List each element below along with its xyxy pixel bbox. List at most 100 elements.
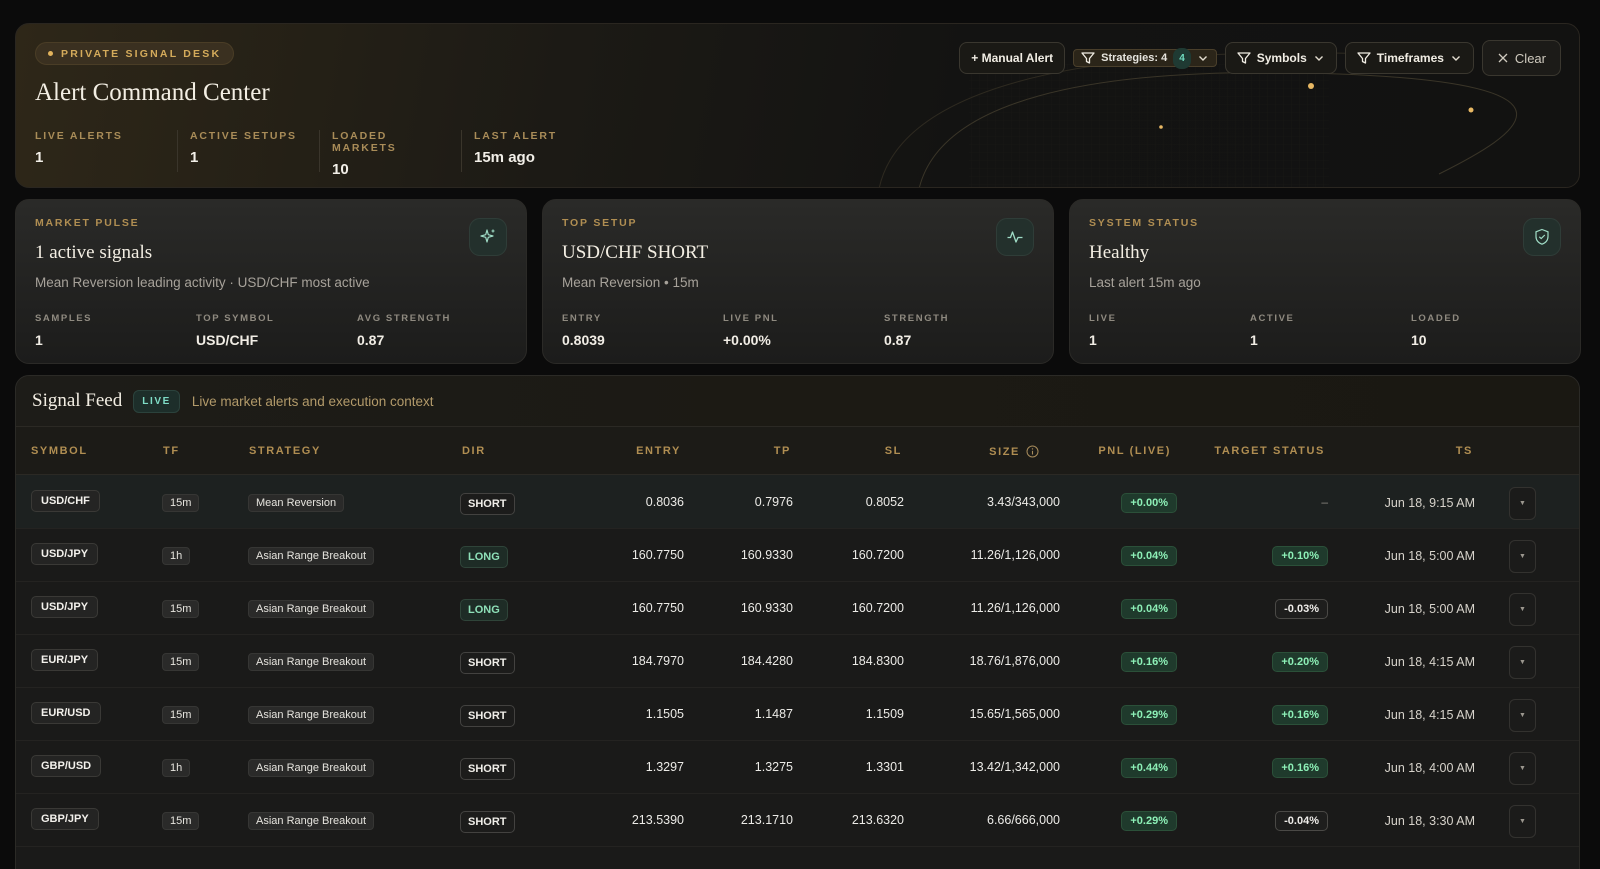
target-status-badge: +0.16% <box>1272 758 1328 778</box>
timestamp: Jun 18, 5:00 AM <box>1384 549 1475 563</box>
pnl-badge: +0.29% <box>1121 811 1177 831</box>
table-row[interactable]: GBP/USD 1h Asian Range Breakout SHORT 1.3297… <box>16 740 1579 794</box>
symbol-tag[interactable]: GBP/JPY <box>31 808 99 830</box>
tp-value: 1.1487 <box>754 707 793 721</box>
size-value: 11.26/1,126,000 <box>970 548 1060 562</box>
col-ts[interactable]: TS <box>1456 445 1473 457</box>
col-entry[interactable]: ENTRY <box>636 445 681 457</box>
manual-alert-button[interactable]: + Manual Alert <box>959 42 1066 74</box>
card-stat-active: ACTIVE 1 <box>1250 313 1411 348</box>
pnl-badge: +0.16% <box>1121 652 1177 672</box>
col-strategy[interactable]: STRATEGY <box>249 445 321 457</box>
card-stat-loaded: LOADED 10 <box>1411 313 1572 348</box>
stat-value: +0.00% <box>723 332 771 348</box>
entry-value: 160.7750 <box>631 548 684 562</box>
entry-value: 0.8036 <box>645 495 684 509</box>
filter-icon <box>1237 51 1251 65</box>
row-expand-button[interactable]: ▼ <box>1509 805 1536 838</box>
stat-label: TOP SYMBOL <box>196 313 275 324</box>
row-expand-button[interactable]: ▼ <box>1509 540 1536 573</box>
direction-badge: SHORT <box>460 493 515 515</box>
col-size[interactable]: SIZE <box>989 445 1039 458</box>
size-value: 15.65/1,565,000 <box>969 707 1060 721</box>
target-status-badge: +0.16% <box>1272 705 1328 725</box>
table-row[interactable]: USD/CHF 15m Mean Reversion SHORT 0.8036 0.797… <box>16 475 1579 529</box>
filter-icon <box>1081 51 1095 65</box>
card-stat-top-symbol: TOP SYMBOL USD/CHF <box>196 313 357 348</box>
table-row[interactable]: GBP/JPY 15m Asian Range Breakout SHORT 213.5… <box>16 793 1579 847</box>
info-icon[interactable] <box>1026 445 1039 458</box>
clear-label: Clear <box>1514 50 1546 66</box>
col-sl[interactable]: SL <box>885 445 902 457</box>
chevron-down-icon <box>1197 52 1209 64</box>
stat-value: 0.87 <box>357 332 385 348</box>
strategy-tag: Asian Range Breakout <box>248 600 375 618</box>
size-value: 11.26/1,126,000 <box>970 601 1060 615</box>
system-status-card: SYSTEM STATUS Healthy Last alert 15m ago… <box>1069 199 1581 364</box>
filter-toolbar: + Manual Alert Strategies: 4 4 Symbols T… <box>959 40 1561 76</box>
symbol-tag[interactable]: EUR/USD <box>31 702 101 724</box>
sl-value: 213.6320 <box>851 813 904 827</box>
table-row[interactable]: USD/JPY 1h Asian Range Breakout LONG 160.775… <box>16 528 1579 582</box>
timeframe-tag: 1h <box>162 759 191 777</box>
close-icon <box>1497 52 1509 64</box>
stat-live-alerts: LIVE ALERTS 1 <box>35 130 177 172</box>
col-tp[interactable]: TP <box>774 445 791 457</box>
filter-icon <box>1357 51 1371 65</box>
col-tf[interactable]: TF <box>163 445 180 457</box>
table-row[interactable]: EUR/JPY 15m Asian Range Breakout SHORT 184.7… <box>16 634 1579 688</box>
stat-loaded-markets: LOADED MARKETS 10 <box>319 130 461 178</box>
symbol-tag[interactable]: GBP/USD <box>31 755 102 777</box>
card-subtitle: Last alert 15m ago <box>1089 275 1201 290</box>
caret-down-icon: ▼ <box>1519 659 1526 666</box>
size-value: 18.76/1,876,000 <box>969 654 1060 668</box>
row-expand-button[interactable]: ▼ <box>1509 699 1536 732</box>
hero-panel: PRIVATE SIGNAL DESK Alert Command Center… <box>15 23 1580 188</box>
timeframes-filter[interactable]: Timeframes <box>1344 42 1474 74</box>
table-row[interactable]: EUR/USD 15m Asian Range Breakout SHORT 1.150… <box>16 687 1579 741</box>
timestamp: Jun 18, 4:15 AM <box>1384 655 1475 669</box>
tp-value: 184.4280 <box>740 654 793 668</box>
strategy-tag: Asian Range Breakout <box>248 547 375 565</box>
stat-label: LAST ALERT <box>474 130 557 142</box>
tp-value: 1.3275 <box>754 760 793 774</box>
col-target-status[interactable]: TARGET STATUS <box>1214 445 1325 457</box>
table-row[interactable]: USD/JPY 15m Asian Range Breakout LONG 160.77… <box>16 581 1579 635</box>
pulse-icon <box>996 218 1034 256</box>
sl-value: 160.7200 <box>851 548 904 562</box>
stat-value: 1 <box>1250 332 1258 348</box>
symbols-filter[interactable]: Symbols <box>1224 42 1337 74</box>
sparkle-icon <box>469 218 507 256</box>
target-status-badge: +0.10% <box>1272 546 1328 566</box>
timeframe-tag: 1h <box>162 547 191 565</box>
timestamp: Jun 18, 4:00 AM <box>1384 761 1475 775</box>
pnl-badge: +0.29% <box>1121 705 1177 725</box>
card-stats: LIVE 1 ACTIVE 1 LOADED 10 <box>1089 313 1572 348</box>
card-stats: SAMPLES 1 TOP SYMBOL USD/CHF AVG STRENGT… <box>35 313 518 348</box>
symbol-tag[interactable]: USD/JPY <box>31 596 99 618</box>
col-pnl[interactable]: PNL (LIVE) <box>1098 445 1171 457</box>
row-expand-button[interactable]: ▼ <box>1509 593 1536 626</box>
col-symbol[interactable]: SYMBOL <box>31 445 88 457</box>
symbol-tag[interactable]: USD/CHF <box>31 490 100 512</box>
direction-badge: SHORT <box>460 705 515 727</box>
strategy-tag: Asian Range Breakout <box>248 759 375 777</box>
stat-value: 0.8039 <box>562 332 605 348</box>
clear-filters-button[interactable]: Clear <box>1481 40 1561 76</box>
row-expand-button[interactable]: ▼ <box>1509 752 1536 785</box>
tp-value: 160.9330 <box>740 548 793 562</box>
feed-description: Live market alerts and execution context <box>191 393 434 409</box>
symbol-tag[interactable]: EUR/JPY <box>31 649 99 671</box>
stat-value: 0.87 <box>884 332 912 348</box>
card-subtitle: Mean Reversion • 15m <box>562 275 699 290</box>
sl-value: 160.7200 <box>851 601 904 615</box>
symbol-tag[interactable]: USD/JPY <box>31 543 99 565</box>
pnl-badge: +0.44% <box>1121 758 1177 778</box>
row-expand-button[interactable]: ▼ <box>1509 646 1536 679</box>
direction-badge: SHORT <box>460 811 515 833</box>
strategies-filter[interactable]: Strategies: 4 4 <box>1073 47 1217 69</box>
col-dir[interactable]: DIR <box>462 445 486 457</box>
row-expand-button[interactable]: ▼ <box>1509 487 1536 520</box>
sl-value: 184.8300 <box>851 654 904 668</box>
private-desk-badge: PRIVATE SIGNAL DESK <box>35 42 235 65</box>
